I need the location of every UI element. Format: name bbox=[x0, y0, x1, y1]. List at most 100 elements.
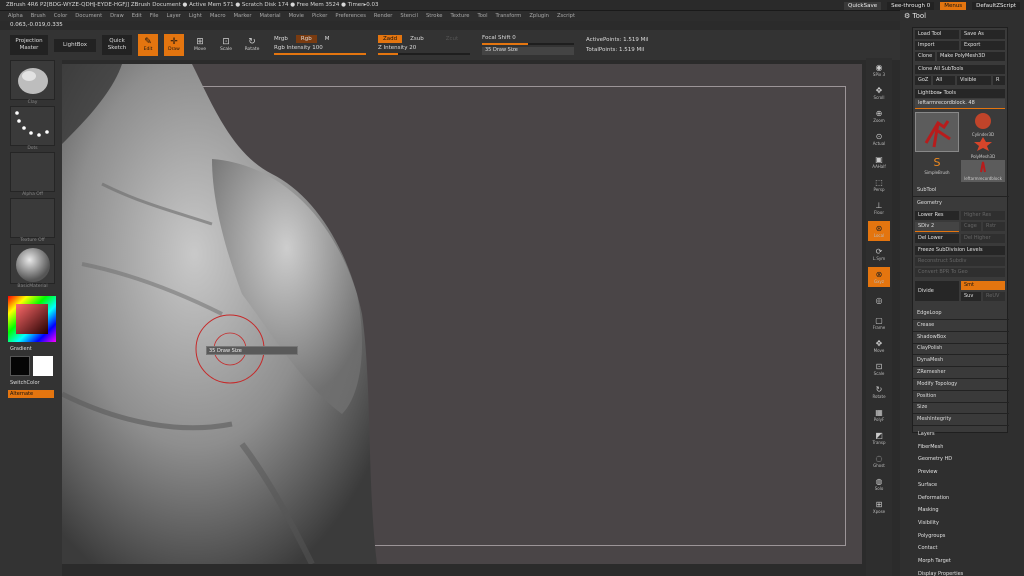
clone-button[interactable]: Clone bbox=[915, 52, 935, 61]
edit-mode-button[interactable]: ✎ Edit bbox=[138, 34, 158, 56]
gradient-label[interactable]: Gradient bbox=[10, 346, 32, 352]
shelf-xpose-button[interactable]: ⊞ Xpose bbox=[868, 497, 890, 517]
lower-res-button[interactable]: Lower Res bbox=[915, 211, 959, 220]
alpha-picker[interactable] bbox=[10, 152, 55, 192]
tool-menu-morph-target[interactable]: Morph Target bbox=[918, 558, 951, 564]
goz-visible-button[interactable]: Visible bbox=[957, 76, 991, 85]
import-button[interactable]: Import bbox=[915, 41, 959, 50]
convert-bpr-button[interactable]: Convert BPR To Geo bbox=[915, 268, 1005, 277]
shelf-rotate-button[interactable]: ↻ Rotate bbox=[868, 382, 890, 402]
geometry-zremesher-section[interactable]: ZRemesher bbox=[917, 369, 946, 375]
shelf-spix-3-button[interactable]: ◉ SPix 3 bbox=[868, 60, 890, 80]
menu-draw[interactable]: Draw bbox=[110, 13, 124, 19]
focal-shift-slider[interactable]: Focal Shift 0 bbox=[482, 35, 574, 45]
higher-res-button[interactable]: Higher Res bbox=[961, 211, 1005, 220]
menu-zscript[interactable]: Zscript bbox=[557, 13, 575, 19]
secondary-color-swatch[interactable] bbox=[33, 356, 53, 376]
menu-zplugin[interactable]: Zplugin bbox=[529, 13, 549, 19]
rgb-button[interactable]: Rgb bbox=[295, 35, 317, 43]
geometry-position-section[interactable]: Position bbox=[917, 393, 936, 399]
reuv-toggle[interactable]: ReUV bbox=[983, 292, 1005, 301]
reconstruct-subdiv-button[interactable]: Reconstruct Subdiv bbox=[915, 257, 1005, 266]
shelf-ghost-button[interactable]: ◌ Ghost bbox=[868, 451, 890, 471]
shelf-frame-button[interactable]: ▢ Frame bbox=[868, 313, 890, 333]
z-intensity-slider[interactable]: Z Intensity 20 bbox=[378, 45, 470, 55]
make-polymesh-button[interactable]: Make PolyMesh3D bbox=[937, 52, 1005, 61]
menu-edit[interactable]: Edit bbox=[132, 13, 142, 19]
shelf-polyf-button[interactable]: ▦ PolyF bbox=[868, 405, 890, 425]
menu-material[interactable]: Material bbox=[260, 13, 281, 19]
geometry-section[interactable]: Geometry bbox=[917, 200, 942, 206]
tool-menu-layers[interactable]: Layers bbox=[918, 431, 935, 437]
brush-picker[interactable] bbox=[10, 60, 55, 100]
quick-sketch-button[interactable]: Quick Sketch bbox=[102, 35, 132, 55]
menu-tool[interactable]: Tool bbox=[477, 13, 487, 19]
shelf-floor-button[interactable]: ⊥ Floor bbox=[868, 198, 890, 218]
tool-menu-display-properties[interactable]: Display Properties bbox=[918, 571, 963, 576]
tool-menu-preview[interactable]: Preview bbox=[918, 469, 937, 475]
quicksave-button[interactable]: QuickSave bbox=[844, 1, 882, 10]
see-through-slider[interactable]: See-through 0 bbox=[887, 1, 935, 10]
shelf-l-sym-button[interactable]: ⟳ L.Sym bbox=[868, 244, 890, 264]
shelf-solo-button[interactable]: ◍ Solo bbox=[868, 474, 890, 494]
menu-brush[interactable]: Brush bbox=[31, 13, 46, 19]
tool-thumb-leftarm[interactable]: leftarmrecordblock bbox=[961, 160, 1005, 182]
zadd-button[interactable]: Zadd bbox=[378, 35, 403, 43]
lightbox-button[interactable]: LightBox bbox=[54, 38, 96, 52]
current-tool-slider[interactable]: leftarmrecordblock. 48 bbox=[915, 99, 1005, 108]
freeze-subdivision-button[interactable]: Freeze SubDivision Levels bbox=[915, 246, 1005, 255]
tool-thumb-simplebrush[interactable]: S SimpleBrush bbox=[915, 156, 959, 180]
rstr-button[interactable]: Rstr bbox=[983, 222, 1005, 231]
shelf-transp-button[interactable]: ◩ Transp bbox=[868, 428, 890, 448]
rgb-intensity-slider[interactable]: Rgb Intensity 100 bbox=[274, 45, 366, 55]
divide-button[interactable]: Divide bbox=[915, 281, 959, 301]
menus-button[interactable]: Menus bbox=[940, 1, 967, 10]
menu-alpha[interactable]: Alpha bbox=[8, 13, 23, 19]
subtool-section[interactable]: SubTool bbox=[917, 187, 936, 193]
del-higher-button[interactable]: Del Higher bbox=[961, 234, 1005, 243]
shelf-actual-button[interactable]: ⊙ Actual bbox=[868, 129, 890, 149]
menu-texture[interactable]: Texture bbox=[450, 13, 469, 19]
goz-button[interactable]: GoZ bbox=[915, 76, 931, 85]
tool-thumb-cylinder[interactable]: Cylinder3D bbox=[961, 112, 1005, 137]
menu-render[interactable]: Render bbox=[374, 13, 392, 19]
draw-size-popup[interactable]: 35 Draw Size bbox=[206, 346, 298, 355]
default-zscript-button[interactable]: DefaultZScript bbox=[972, 1, 1020, 10]
export-button[interactable]: Export bbox=[961, 41, 1005, 50]
goz-r-button[interactable]: R bbox=[993, 76, 1005, 85]
zsub-button[interactable]: Zsub bbox=[410, 36, 424, 42]
menu-movie[interactable]: Movie bbox=[289, 13, 304, 19]
scale-mode-button[interactable]: ⊡ Scale bbox=[216, 34, 236, 56]
menu-light[interactable]: Light bbox=[189, 13, 202, 19]
shelf-zoom-button[interactable]: ⊕ Zoom bbox=[868, 106, 890, 126]
tool-menu-visibility[interactable]: Visibility bbox=[918, 520, 939, 526]
material-picker[interactable] bbox=[10, 244, 55, 284]
document-canvas[interactable]: 35 Draw Size bbox=[62, 64, 862, 564]
shelf-local-button[interactable]: ⊛ Local bbox=[868, 221, 890, 241]
tool-menu-polygroups[interactable]: Polygroups bbox=[918, 533, 945, 539]
geometry-edgeloop-section[interactable]: EdgeLoop bbox=[917, 310, 942, 316]
del-lower-button[interactable]: Del Lower bbox=[915, 234, 959, 243]
menu-picker[interactable]: Picker bbox=[312, 13, 327, 19]
clone-all-subtools-button[interactable]: Clone All SubTools bbox=[915, 65, 1005, 74]
menu-color[interactable]: Color bbox=[54, 13, 68, 19]
geometry-crease-section[interactable]: Crease bbox=[917, 322, 934, 328]
tool-menu-geometry-hd[interactable]: Geometry HD bbox=[918, 456, 952, 462]
tool-menu-surface[interactable]: Surface bbox=[918, 482, 937, 488]
switch-color-button[interactable]: SwitchColor bbox=[10, 380, 40, 386]
tool-menu-contact[interactable]: Contact bbox=[918, 545, 937, 551]
draw-size-slider[interactable]: 35 Draw Size bbox=[482, 47, 574, 55]
save-as-button[interactable]: Save As bbox=[961, 30, 1005, 39]
stroke-picker[interactable] bbox=[10, 106, 55, 146]
goz-all-button[interactable]: All bbox=[933, 76, 955, 85]
tool-menu-masking[interactable]: Masking bbox=[918, 507, 939, 513]
tool-menu-deformation[interactable]: Deformation bbox=[918, 495, 949, 501]
menu-stroke[interactable]: Stroke bbox=[426, 13, 443, 19]
shelf-scroll-button[interactable]: ✥ Scroll bbox=[868, 83, 890, 103]
tool-menu-fibermesh[interactable]: FiberMesh bbox=[918, 444, 943, 450]
sculpt-model[interactable] bbox=[62, 64, 862, 564]
geometry-modify-topology-section[interactable]: Modify Topology bbox=[917, 381, 957, 387]
draw-mode-button[interactable]: ✛ Draw bbox=[164, 34, 184, 56]
alternate-button[interactable]: Alternate bbox=[8, 390, 54, 398]
texture-picker[interactable] bbox=[10, 198, 55, 238]
